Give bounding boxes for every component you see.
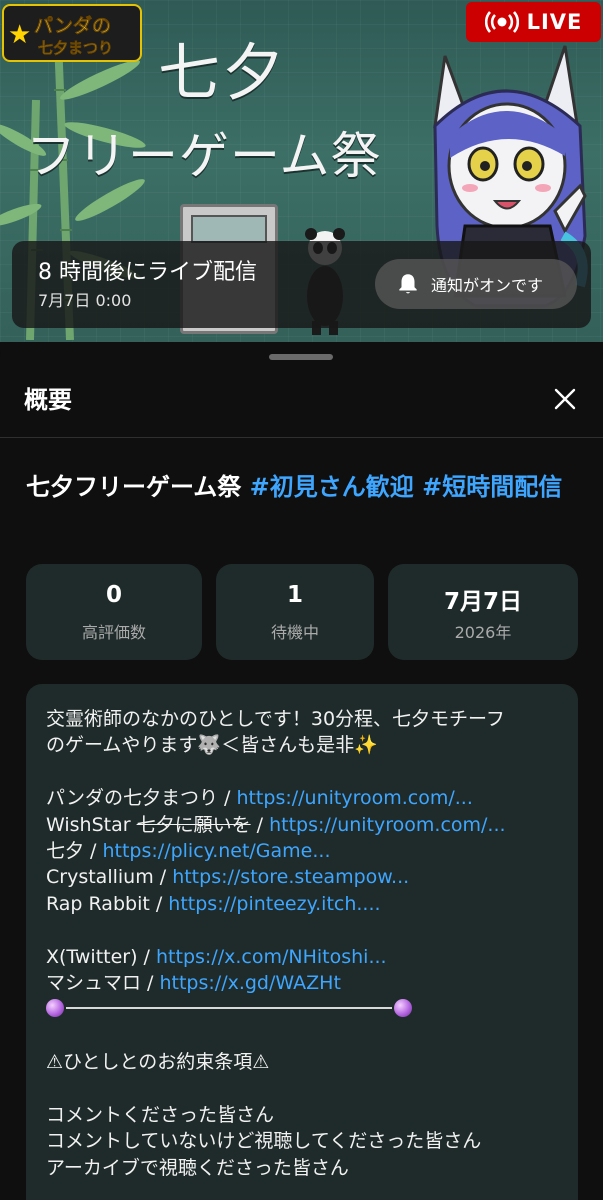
notification-label: 通知がオンです bbox=[431, 276, 544, 295]
schedule-card: 8 時間後にライブ配信 7月7日 0:00 通知がオンです bbox=[12, 241, 591, 328]
divider-line bbox=[46, 996, 558, 1022]
struck-text: 七夕に願いを bbox=[136, 813, 251, 836]
waiting-value: 1 bbox=[286, 582, 303, 608]
game-name: Crystallium / bbox=[46, 866, 173, 889]
social-link-row: マシュマロ / https://x.gd/WAZHt bbox=[46, 970, 558, 996]
likes-value: 0 bbox=[105, 582, 122, 608]
banner-title-line1: 七夕 bbox=[158, 36, 287, 109]
description-line: コメントくださった皆さん bbox=[46, 1103, 275, 1126]
rules-heading: ⚠ひとしとのお約束条項⚠ bbox=[46, 1051, 270, 1074]
game-link-row: 七夕 / https://plicy.net/Game... bbox=[46, 838, 558, 864]
twitter-link[interactable]: https://x.com/NHitoshi... bbox=[156, 946, 387, 968]
divider-rule bbox=[66, 1006, 392, 1009]
date-year: 2026年 bbox=[454, 623, 512, 642]
close-icon bbox=[554, 388, 576, 410]
game-link-row: Crystallium / https://store.steampow... bbox=[46, 864, 558, 890]
game-name: WishStar bbox=[46, 813, 137, 836]
crystal-ball-icon bbox=[46, 998, 64, 1017]
logo-line2: 七夕まつり bbox=[38, 39, 114, 58]
crystal-ball-icon bbox=[394, 998, 412, 1017]
game-link-row: Rap Rabbit / https://pinteezy.itch.... bbox=[46, 891, 558, 917]
stream-thumbnail[interactable]: ★ パンダの 七夕まつり 七夕 フリーゲーム祭 LIVE 8 時間後にライブ配信… bbox=[0, 0, 603, 342]
game-link-row: WishStar 七夕に願いを / https://unityroom.com/… bbox=[46, 812, 558, 838]
game-link[interactable]: https://store.steampow... bbox=[172, 866, 409, 888]
video-title-text: 七夕フリーゲーム祭 bbox=[26, 473, 242, 501]
likes-label: 高評価数 bbox=[81, 623, 146, 642]
date-stat: 7月7日 2026年 bbox=[388, 564, 578, 660]
likes-stat: 0 高評価数 bbox=[26, 564, 202, 660]
waiting-label: 待機中 bbox=[270, 623, 319, 642]
game-link[interactable]: https://plicy.net/Game... bbox=[102, 840, 330, 862]
sheet-header: 概要 bbox=[0, 364, 603, 438]
description-sheet: 概要 七夕フリーゲーム祭 #初見さん歓迎 #短時間配信 0 高評価数 1 待機中… bbox=[0, 342, 603, 1200]
game-name: パンダの七夕まつり / bbox=[46, 787, 237, 810]
game-link[interactable]: https://pinteezy.itch.... bbox=[168, 893, 380, 915]
festival-logo: ★ パンダの 七夕まつり bbox=[2, 4, 142, 62]
description-line: コメントしていないけど視聴してくださった皆さん bbox=[46, 1130, 482, 1153]
social-link-row: X(Twitter) / https://x.com/NHitoshi... bbox=[46, 944, 558, 970]
description-box: 交霊術師のなかのひとしです！30分程、七夕モチーフ のゲームやります🐺＜皆さんも… bbox=[26, 684, 578, 1200]
game-name: 七夕 / bbox=[46, 839, 103, 862]
game-name: Rap Rabbit / bbox=[46, 892, 169, 915]
live-label: LIVE bbox=[526, 10, 583, 34]
hashtag-link[interactable]: #初見さん歓迎 bbox=[241, 473, 414, 501]
close-button[interactable] bbox=[548, 382, 582, 416]
live-badge: LIVE bbox=[466, 2, 601, 42]
game-link[interactable]: https://unityroom.com/... bbox=[236, 787, 472, 809]
waiting-stat: 1 待機中 bbox=[216, 564, 374, 660]
drag-handle[interactable] bbox=[269, 354, 333, 360]
hashtag-link[interactable]: #短時間配信 bbox=[414, 473, 562, 501]
description-line: 交霊術師のなかのひとしです！30分程、七夕モチーフ bbox=[46, 708, 505, 730]
description-line: のゲームやります🐺＜皆さんも是非✨ bbox=[46, 734, 378, 757]
sheet-title: 概要 bbox=[24, 386, 72, 414]
video-title: 七夕フリーゲーム祭 #初見さん歓迎 #短時間配信 bbox=[26, 470, 576, 504]
date-value: 7月7日 bbox=[443, 589, 522, 615]
bell-icon bbox=[399, 274, 417, 294]
game-link[interactable]: https://unityroom.com/... bbox=[269, 814, 505, 836]
social-name: マシュマロ / bbox=[46, 971, 160, 994]
live-broadcast-icon bbox=[484, 11, 519, 33]
notification-button[interactable]: 通知がオンです bbox=[375, 259, 577, 309]
scheduled-date: 7月7日 0:00 bbox=[38, 291, 132, 310]
banner-title-line2: フリーゲーム祭 bbox=[26, 127, 382, 185]
separator: / bbox=[250, 813, 270, 836]
logo-line1: パンダの bbox=[34, 15, 111, 38]
star-icon: ★ bbox=[8, 20, 32, 50]
description-line: アーカイブで視聴くださった皆さん bbox=[46, 1156, 349, 1179]
marshmallow-link[interactable]: https://x.gd/WAZHt bbox=[159, 972, 340, 994]
game-link-row: パンダの七夕まつり / https://unityroom.com/... bbox=[46, 785, 558, 811]
social-name: X(Twitter) / bbox=[46, 945, 157, 968]
countdown-text: 8 時間後にライブ配信 bbox=[38, 260, 257, 285]
